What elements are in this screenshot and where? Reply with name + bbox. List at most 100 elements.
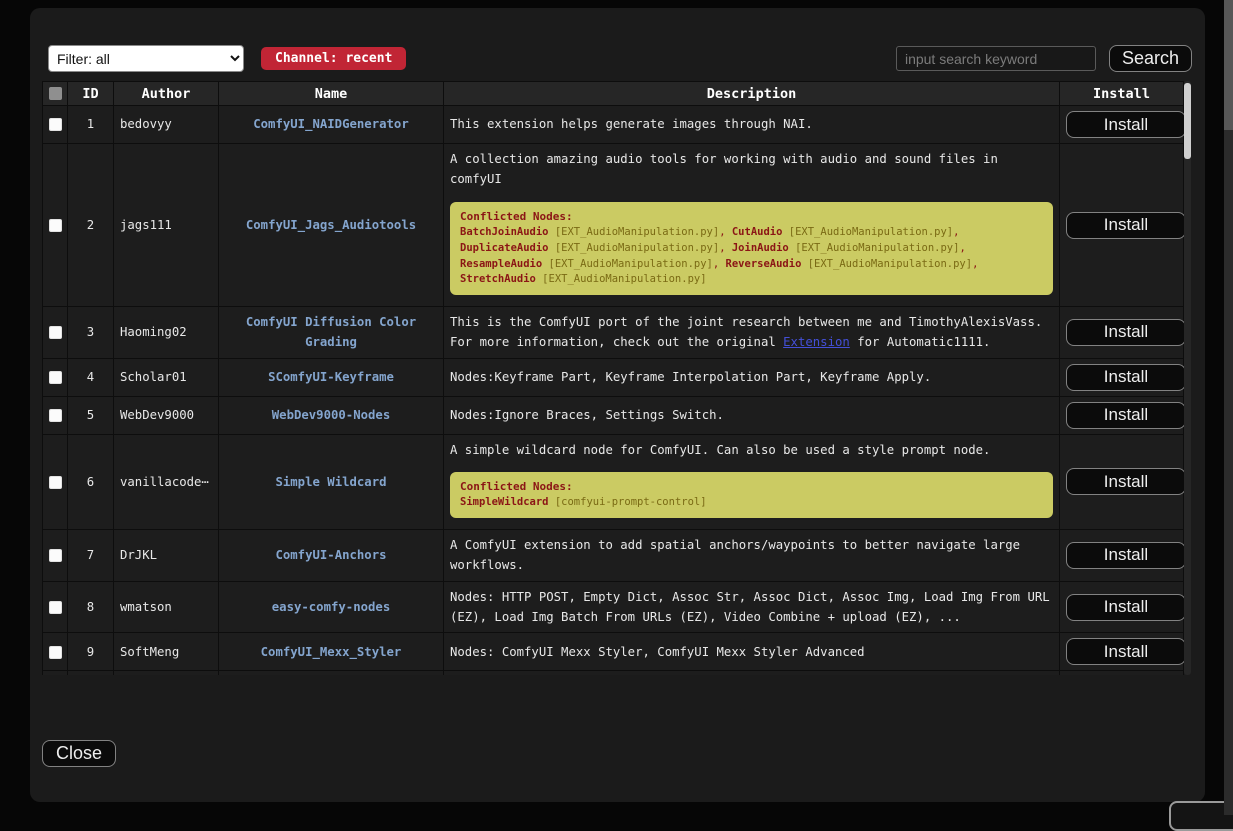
row-description-cell: A collection amazing audio tools for wor… [444, 144, 1060, 307]
row-description: A simple wildcard node for ComfyUI. Can … [450, 440, 1053, 460]
row-name-cell: ComfyUI_Mexx_Styler [219, 633, 444, 671]
table-row: 9 SoftMeng ComfyUI_Mexx_Styler Nodes: Co… [43, 633, 1184, 671]
row-checkbox[interactable] [49, 326, 62, 339]
table-scrollbar-thumb[interactable] [1184, 83, 1191, 159]
install-button[interactable]: Install [1066, 319, 1186, 346]
row-id: 7 [68, 530, 114, 582]
row-author: wmatson [114, 581, 219, 633]
row-id: 9 [68, 633, 114, 671]
conflict-node-list: SimpleWildcard [comfyui-prompt-control] [460, 495, 1043, 511]
row-name-link[interactable]: ComfyUI_Jags_Audiotools [246, 218, 416, 232]
install-button[interactable]: Install [1066, 364, 1186, 391]
row-id: 3 [68, 307, 114, 359]
row-select-cell [43, 530, 68, 582]
row-name-link[interactable]: easy-comfy-nodes [272, 600, 390, 614]
custom-nodes-table-container: ID Author Name Description Install 1 bed… [42, 81, 1191, 675]
row-checkbox[interactable] [49, 219, 62, 232]
conflict-box: Conflicted Nodes:SimpleWildcard [comfyui… [450, 472, 1053, 518]
row-description: A ComfyUI extension to add spatial ancho… [450, 535, 1053, 576]
row-id: 1 [68, 106, 114, 144]
select-all-checkbox[interactable] [49, 87, 62, 100]
close-button[interactable]: Close [42, 740, 116, 767]
row-description: This extension helps generate images thr… [450, 114, 1053, 134]
row-author: vanillacode⋯ [114, 434, 219, 530]
row-name-cell: ComfyUI-Anchors [219, 530, 444, 582]
row-install-cell: Install [1060, 106, 1184, 144]
row-select-cell [43, 396, 68, 434]
search-button[interactable]: Search [1109, 45, 1192, 72]
row-name-link[interactable]: SComfyUI-Keyframe [268, 370, 394, 384]
page-scrollbar[interactable] [1224, 0, 1233, 815]
row-description: Nodes:Keyframe Part, Keyframe Interpolat… [450, 367, 1053, 387]
table-header-row: ID Author Name Description Install [43, 82, 1184, 106]
row-install-cell: Install [1060, 396, 1184, 434]
row-select-cell [43, 581, 68, 633]
table-row: 3 Haoming02 ComfyUI Diffusion Color Grad… [43, 307, 1184, 359]
row-name-cell: ComfyUI_NAIDGenerator [219, 106, 444, 144]
row-description-cell: Nodes: ComfyUI Mexx Styler, ComfyUI Mexx… [444, 633, 1060, 671]
install-button[interactable]: Install [1066, 594, 1186, 621]
row-checkbox[interactable] [49, 409, 62, 422]
table-row: 5 WebDev9000 WebDev9000-Nodes Nodes:Igno… [43, 396, 1184, 434]
row-select-cell [43, 307, 68, 359]
toolbar-search-group: Search [896, 45, 1192, 72]
row-select-cell [43, 358, 68, 396]
table-row: 4 Scholar01 SComfyUI-Keyframe Nodes:Keyf… [43, 358, 1184, 396]
toolbar: Filter: all Channel: recent Search [42, 45, 1192, 72]
install-button[interactable]: Install [1066, 402, 1186, 429]
row-description: Nodes: HTTP POST, Empty Dict, Assoc Str,… [450, 587, 1053, 628]
row-name-link[interactable]: ComfyUI-Anchors [275, 548, 386, 562]
row-name-link[interactable]: ComfyUI_Mexx_Styler [261, 645, 402, 659]
install-button[interactable]: Install [1066, 111, 1186, 138]
column-header-select [43, 82, 68, 106]
description-link[interactable]: Extension [783, 335, 850, 349]
row-description: Nodes:Ignore Braces, Settings Switch. [450, 405, 1053, 425]
row-description-cell: Nodes:Keyframe Part, Keyframe Interpolat… [444, 358, 1060, 396]
column-header-author: Author [114, 82, 219, 106]
row-install-cell: Install [1060, 530, 1184, 582]
table-row: 2 jags111 ComfyUI_Jags_Audiotools A coll… [43, 144, 1184, 307]
install-button[interactable]: Install [1066, 638, 1186, 665]
row-description-cell: Nodes:Ignore Braces, Settings Switch. [444, 396, 1060, 434]
row-checkbox[interactable] [49, 118, 62, 131]
conflict-title: Conflicted Nodes: [460, 209, 1043, 226]
row-checkbox[interactable] [49, 549, 62, 562]
row-install-cell: Install [1060, 671, 1184, 675]
install-button[interactable]: Install [1066, 468, 1186, 495]
row-select-cell [43, 434, 68, 530]
row-id: 5 [68, 396, 114, 434]
row-name-link[interactable]: WebDev9000-Nodes [272, 408, 390, 422]
table-row: 10 zcfrank1st ComfyUI Yolov8 Nodes: Yolo… [43, 671, 1184, 675]
row-name-link[interactable]: ComfyUI_NAIDGenerator [253, 117, 408, 131]
install-button[interactable]: Install [1066, 542, 1186, 569]
row-install-cell: Install [1060, 307, 1184, 359]
row-name-link[interactable]: ComfyUI Diffusion Color Grading [246, 315, 416, 349]
row-description-cell: A ComfyUI extension to add spatial ancho… [444, 530, 1060, 582]
row-author: Haoming02 [114, 307, 219, 359]
row-description-cell: This extension helps generate images thr… [444, 106, 1060, 144]
table-scrollbar[interactable] [1184, 81, 1191, 675]
row-checkbox[interactable] [49, 476, 62, 489]
row-description: Nodes: ComfyUI Mexx Styler, ComfyUI Mexx… [450, 642, 1053, 662]
install-button[interactable]: Install [1066, 212, 1186, 239]
conflict-node-list: BatchJoinAudio [EXT_AudioManipulation.py… [460, 225, 1043, 288]
row-select-cell [43, 144, 68, 307]
row-author: WebDev9000 [114, 396, 219, 434]
row-checkbox[interactable] [49, 646, 62, 659]
row-name-link[interactable]: Simple Wildcard [275, 475, 386, 489]
table-row: 8 wmatson easy-comfy-nodes Nodes: HTTP P… [43, 581, 1184, 633]
table-row: 7 DrJKL ComfyUI-Anchors A ComfyUI extens… [43, 530, 1184, 582]
row-description: This is the ComfyUI port of the joint re… [450, 312, 1053, 353]
row-install-cell: Install [1060, 434, 1184, 530]
row-id: 8 [68, 581, 114, 633]
row-author: zcfrank1st [114, 671, 219, 675]
row-install-cell: Install [1060, 358, 1184, 396]
filter-select[interactable]: Filter: all [48, 45, 244, 72]
search-input[interactable] [896, 46, 1096, 71]
row-select-cell [43, 106, 68, 144]
row-name-cell: ComfyUI Yolov8 [219, 671, 444, 675]
row-description-cell: Nodes: Yolov8Detection, Yolov8Segmentati… [444, 671, 1060, 675]
page-scrollbar-thumb[interactable] [1224, 0, 1233, 130]
row-checkbox[interactable] [49, 601, 62, 614]
row-checkbox[interactable] [49, 371, 62, 384]
